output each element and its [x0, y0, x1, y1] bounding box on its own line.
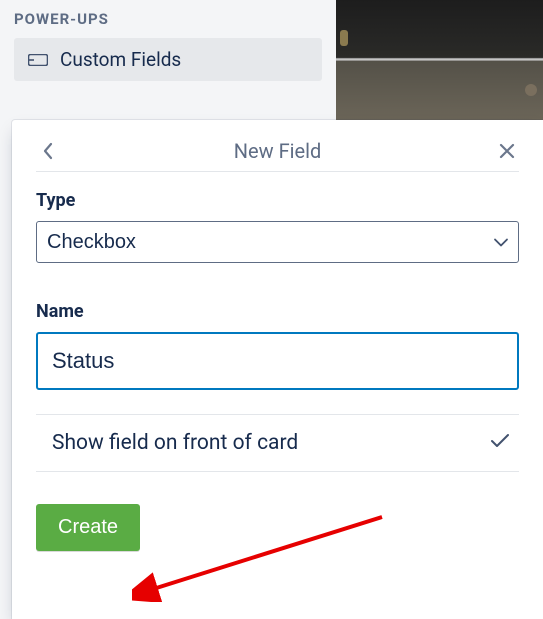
create-button[interactable]: Create	[36, 504, 140, 551]
dialog-title: New Field	[234, 139, 322, 163]
show-on-front-toggle[interactable]: Show field on front of card	[36, 414, 519, 472]
name-input[interactable]	[36, 332, 519, 390]
close-icon	[498, 142, 516, 160]
powerup-label: Custom Fields	[60, 48, 181, 71]
check-icon	[489, 432, 519, 454]
close-button[interactable]	[495, 139, 519, 163]
card-icon	[28, 53, 48, 67]
background-image-fragment	[336, 0, 543, 120]
annotation-arrow	[132, 512, 392, 602]
chevron-left-icon	[41, 141, 55, 161]
powerups-section-header: POWER-UPS	[14, 10, 322, 28]
type-label: Type	[36, 190, 519, 211]
new-field-dialog: New Field Type Checkbox Name Show field …	[12, 120, 543, 619]
toggle-label: Show field on front of card	[36, 431, 298, 455]
back-button[interactable]	[36, 139, 60, 163]
powerup-custom-fields[interactable]: Custom Fields	[14, 38, 322, 81]
type-select[interactable]: Checkbox	[36, 221, 519, 263]
name-label: Name	[36, 301, 519, 322]
